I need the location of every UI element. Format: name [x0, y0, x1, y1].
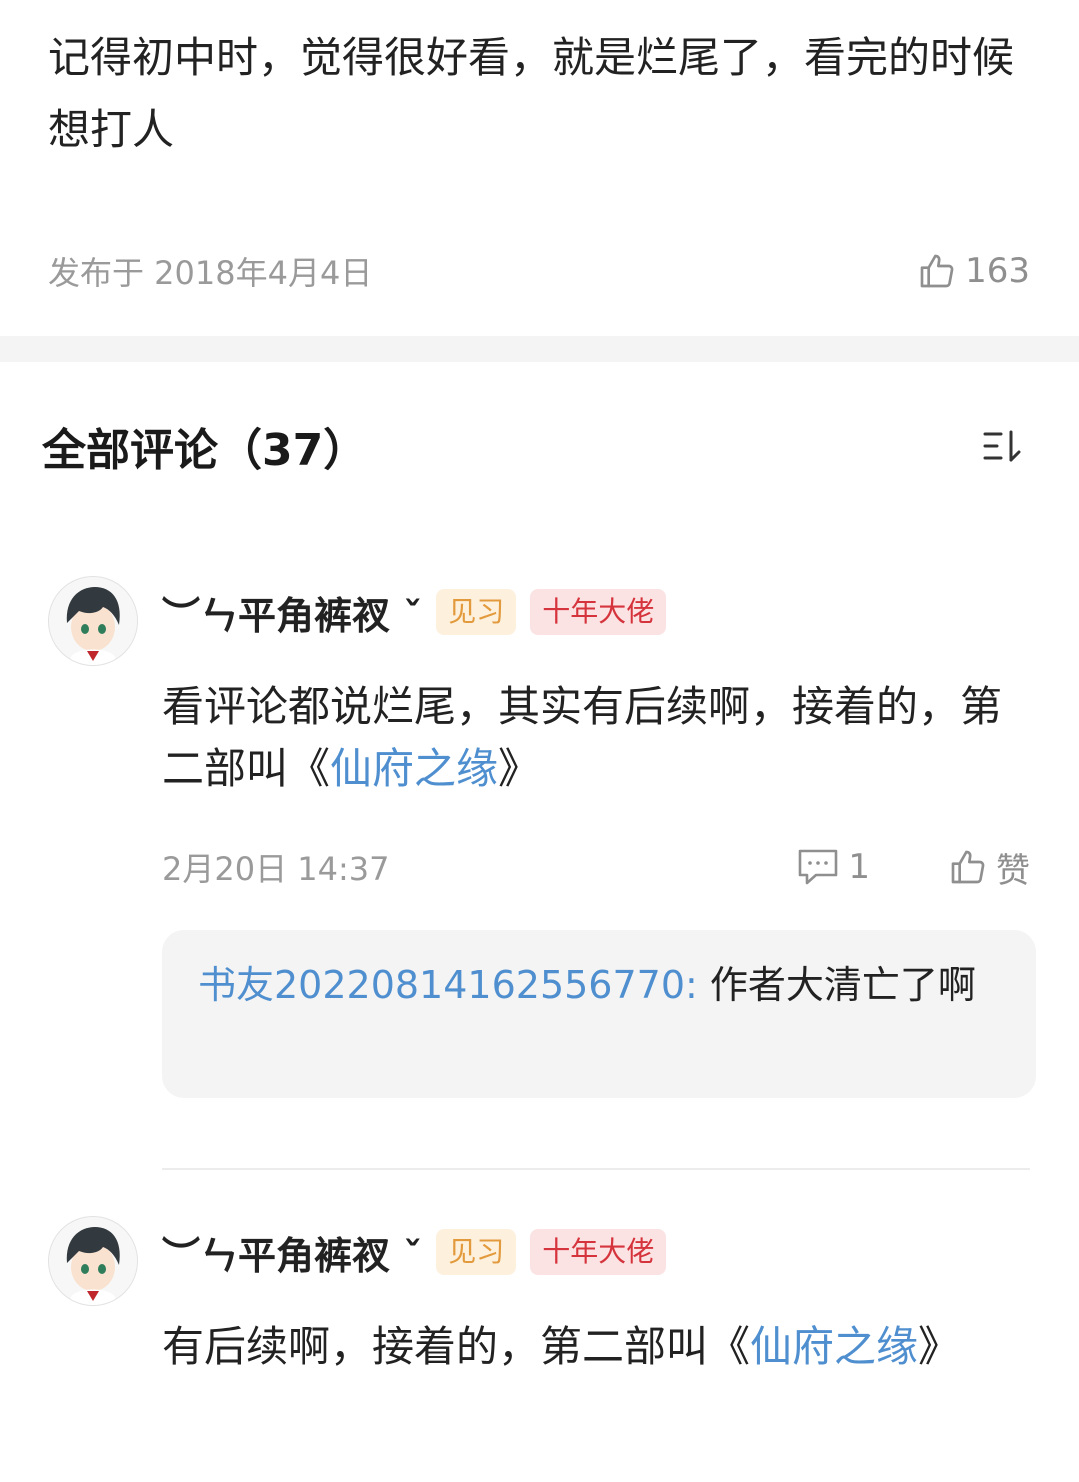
user-row: ︶ㄣ平角裤衩 ˇ 见习 十年大佬 — [162, 1224, 667, 1280]
comments-header: 全部评论（37） — [42, 410, 1030, 482]
section-divider — [0, 336, 1079, 362]
like-label: 赞 — [996, 850, 1030, 891]
reply-button[interactable]: 1 — [796, 847, 870, 887]
reply-count: 1 — [848, 847, 870, 887]
comment-meta: 2月20日 14:37 1 赞 — [162, 842, 1030, 892]
reply-preview[interactable]: 书友20220814162556770: 作者大清亡了啊 — [162, 930, 1036, 1098]
like-button[interactable]: 赞 — [948, 843, 1030, 892]
comment-text-end: 》 — [918, 1322, 961, 1371]
post-meta: 发布于 2018年4月4日 163 — [48, 246, 1030, 296]
reply-text: 作者大清亡了啊 — [697, 963, 976, 1007]
level-badge: 见习 — [436, 589, 517, 635]
comment-text: 有后续啊，接着的，第二部叫《 — [162, 1322, 751, 1371]
avatar-image — [49, 577, 137, 665]
username[interactable]: ︶ㄣ平角裤衩 ˇ — [162, 1225, 422, 1280]
level-badge: 见习 — [436, 1229, 517, 1275]
user-row: ︶ㄣ平角裤衩 ˇ 见习 十年大佬 — [162, 584, 667, 640]
book-link[interactable]: 仙府之缘 — [750, 1322, 918, 1371]
username[interactable]: ︶ㄣ平角裤衩 ˇ — [162, 585, 422, 640]
book-link[interactable]: 仙府之缘 — [330, 744, 498, 793]
post-like-count: 163 — [965, 251, 1030, 291]
title-badge: 十年大佬 — [530, 589, 667, 635]
comment-text-end: 》 — [498, 744, 541, 793]
sort-button[interactable] — [980, 421, 1030, 471]
title-badge: 十年大佬 — [530, 1229, 667, 1275]
post-like-button[interactable]: 163 — [917, 251, 1030, 291]
comment-divider — [162, 1168, 1030, 1170]
reply-username[interactable]: 书友20220814162556770: — [198, 963, 698, 1007]
thumbs-up-icon — [951, 850, 985, 884]
comment-item: ︶ㄣ平角裤衩 ˇ 见习 十年大佬 看评论都说烂尾，其实有后续啊，接着的，第二部叫… — [48, 576, 1036, 1116]
comment-text: 看评论都说烂尾，其实有后续啊，接着的，第二部叫《 — [162, 682, 1003, 793]
comment-time: 2月20日 14:37 — [162, 850, 390, 888]
avatar[interactable] — [48, 576, 138, 666]
comment-icon — [799, 849, 838, 885]
thumbs-up-icon — [920, 254, 954, 288]
avatar[interactable] — [48, 1216, 138, 1306]
comment-body: 有后续啊，接着的，第二部叫《仙府之缘》 — [162, 1316, 1012, 1378]
comments-title: 全部评论（37） — [42, 425, 368, 476]
post-date: 发布于 2018年4月4日 — [48, 254, 373, 292]
post-text: 记得初中时，觉得很好看，就是烂尾了，看完的时候想打人 — [48, 33, 1015, 154]
comment-body: 看评论都说烂尾，其实有后续啊，接着的，第二部叫《仙府之缘》 — [162, 676, 1012, 800]
sort-icon — [983, 430, 1021, 462]
comment-item: ︶ㄣ平角裤衩 ˇ 见习 十年大佬 有后续啊，接着的，第二部叫《仙府之缘》 — [48, 1216, 1030, 1476]
avatar-image — [49, 1217, 137, 1305]
